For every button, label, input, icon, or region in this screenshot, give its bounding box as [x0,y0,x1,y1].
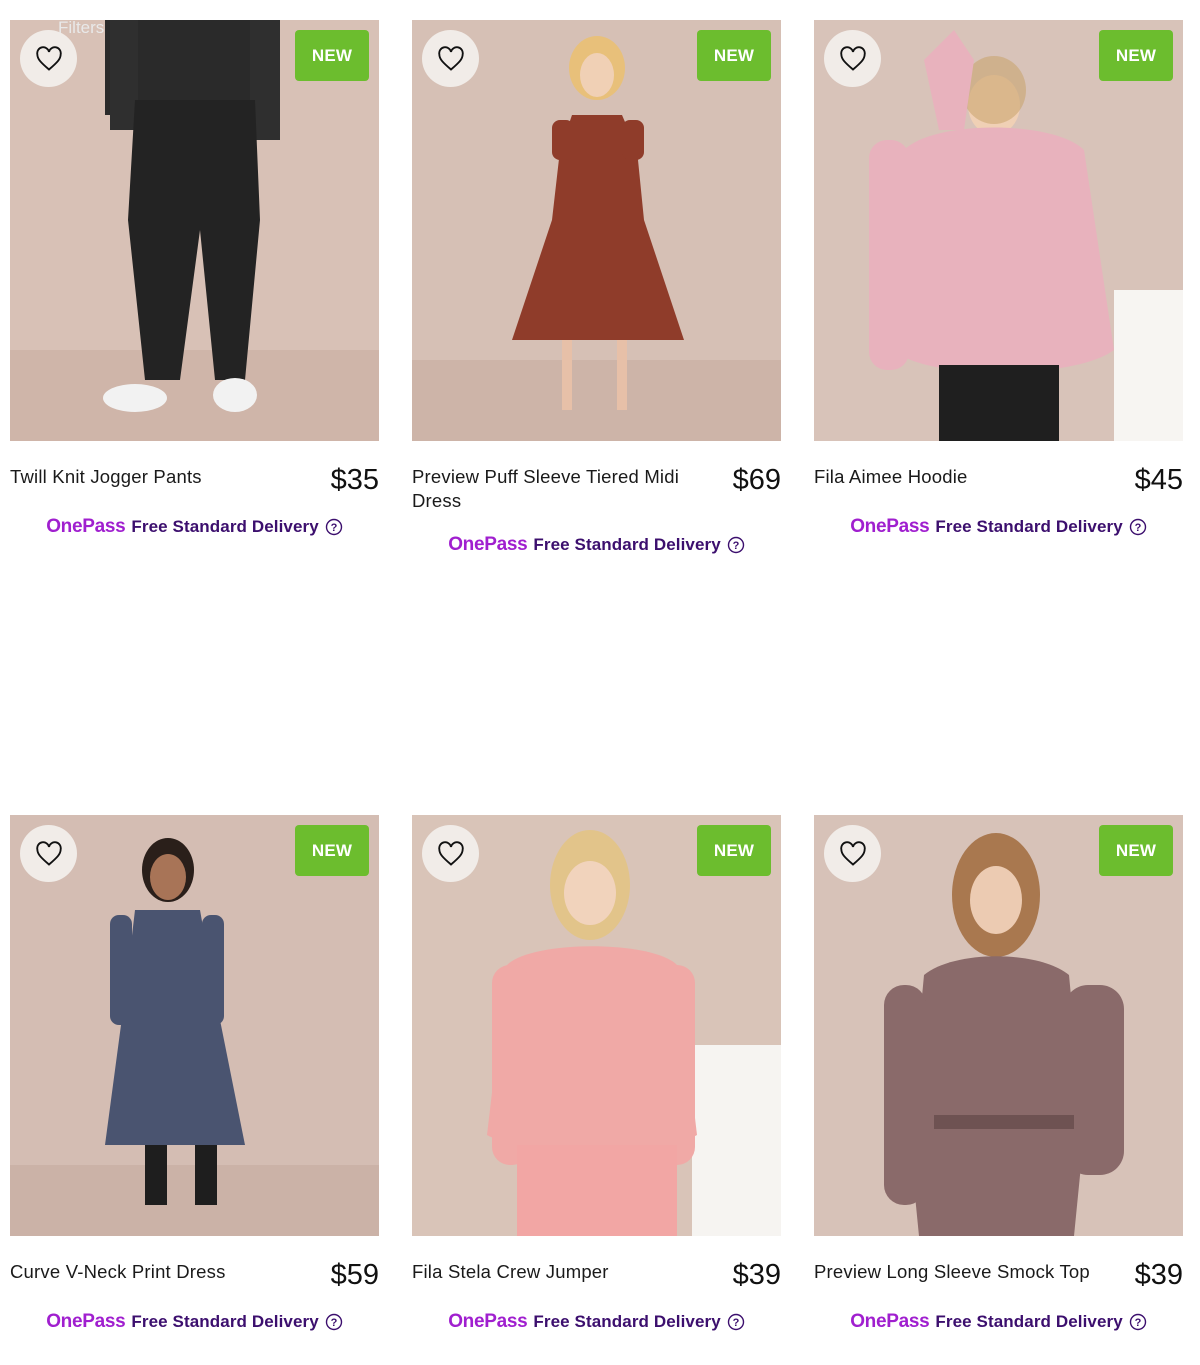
onepass-delivery: OnePass Free Standard Delivery ? [814,1310,1183,1334]
wishlist-button[interactable] [824,30,881,87]
new-badge: NEW [295,30,369,81]
help-circle-icon[interactable]: ? [727,536,745,554]
svg-text:?: ? [732,540,739,552]
delivery-text: Free Standard Delivery [935,1312,1123,1331]
new-badge: NEW [1099,30,1173,81]
heart-icon [839,45,866,71]
new-badge: NEW [295,825,369,876]
onepass-delivery: OnePass Free Standard Delivery ? [10,1310,379,1334]
product-name[interactable]: Fila Aimee Hoodie [814,465,1104,489]
product-card[interactable]: NEW Preview Long Sleeve Smock Top $39 On… [814,815,1183,1334]
onepass-delivery: OnePass Free Standard Delivery ? [412,533,781,557]
product-price: $35 [330,464,379,496]
product-image[interactable]: NEW [412,20,781,441]
onepass-logo: OnePass [850,516,930,537]
product-price: $59 [330,1259,379,1291]
svg-text:?: ? [1134,522,1141,534]
help-circle-icon[interactable]: ? [325,518,343,536]
delivery-text: Free Standard Delivery [533,1312,721,1331]
onepass-logo: OnePass [448,1311,528,1332]
help-circle-icon[interactable]: ? [727,1313,745,1331]
onepass-logo: OnePass [46,1311,126,1332]
product-card[interactable]: NEW Twill Knit Jogger Pants $35 OnePass … [10,20,379,539]
heart-icon [35,840,62,866]
product-photo-smock-top [814,815,1183,1236]
product-price: $39 [732,1259,781,1291]
wishlist-button[interactable] [422,825,479,882]
delivery-text: Free Standard Delivery [533,535,721,554]
onepass-logo: OnePass [448,534,528,555]
product-name[interactable]: Twill Knit Jogger Pants [10,465,300,489]
product-photo-hoodie [814,20,1183,441]
onepass-delivery: OnePass Free Standard Delivery ? [412,1310,781,1334]
heart-icon [35,45,62,71]
onepass-logo: OnePass [850,1311,930,1332]
product-photo-print-dress [10,815,379,1236]
product-name[interactable]: Curve V-Neck Print Dress [10,1260,300,1284]
product-card[interactable]: NEW Fila Stela Crew Jumper $39 OnePass F… [412,815,781,1334]
product-grid: NEW Twill Knit Jogger Pants $35 OnePass … [0,0,1200,1365]
new-badge: NEW [697,825,771,876]
help-circle-icon[interactable]: ? [1129,1313,1147,1331]
svg-text:?: ? [330,1317,337,1329]
product-image[interactable]: NEW [10,20,379,441]
filters-button[interactable]: Filters [58,18,104,38]
product-image[interactable]: NEW [814,815,1183,1236]
onepass-delivery: OnePass Free Standard Delivery ? [10,515,379,539]
delivery-text: Free Standard Delivery [131,517,319,536]
wishlist-button[interactable] [20,30,77,87]
wishlist-button[interactable] [824,825,881,882]
product-image[interactable]: NEW [814,20,1183,441]
product-name[interactable]: Fila Stela Crew Jumper [412,1260,702,1284]
product-photo-midi-dress [412,20,781,441]
heart-icon [437,840,464,866]
product-card[interactable]: NEW Preview Puff Sleeve Tiered Midi Dres… [412,20,781,557]
product-price: $69 [732,464,781,496]
help-circle-icon[interactable]: ? [1129,518,1147,536]
new-badge: NEW [697,30,771,81]
svg-text:?: ? [330,522,337,534]
wishlist-button[interactable] [20,825,77,882]
product-photo-jogger-pants [10,20,379,441]
product-name[interactable]: Preview Long Sleeve Smock Top [814,1260,1104,1284]
delivery-text: Free Standard Delivery [935,517,1123,536]
product-photo-crew-jumper [412,815,781,1236]
heart-icon [437,45,464,71]
onepass-delivery: OnePass Free Standard Delivery ? [814,515,1183,539]
help-circle-icon[interactable]: ? [325,1313,343,1331]
product-card[interactable]: NEW Curve V-Neck Print Dress $59 OnePass… [10,815,379,1334]
product-image[interactable]: NEW [412,815,781,1236]
product-name[interactable]: Preview Puff Sleeve Tiered Midi Dress [412,465,702,513]
product-card[interactable]: NEW Fila Aimee Hoodie $45 OnePass Free S… [814,20,1183,539]
svg-text:?: ? [732,1317,739,1329]
heart-icon [839,840,866,866]
wishlist-button[interactable] [422,30,479,87]
svg-text:?: ? [1134,1317,1141,1329]
product-image[interactable]: NEW [10,815,379,1236]
onepass-logo: OnePass [46,516,126,537]
new-badge: NEW [1099,825,1173,876]
product-price: $45 [1134,464,1183,496]
delivery-text: Free Standard Delivery [131,1312,319,1331]
product-price: $39 [1134,1259,1183,1291]
